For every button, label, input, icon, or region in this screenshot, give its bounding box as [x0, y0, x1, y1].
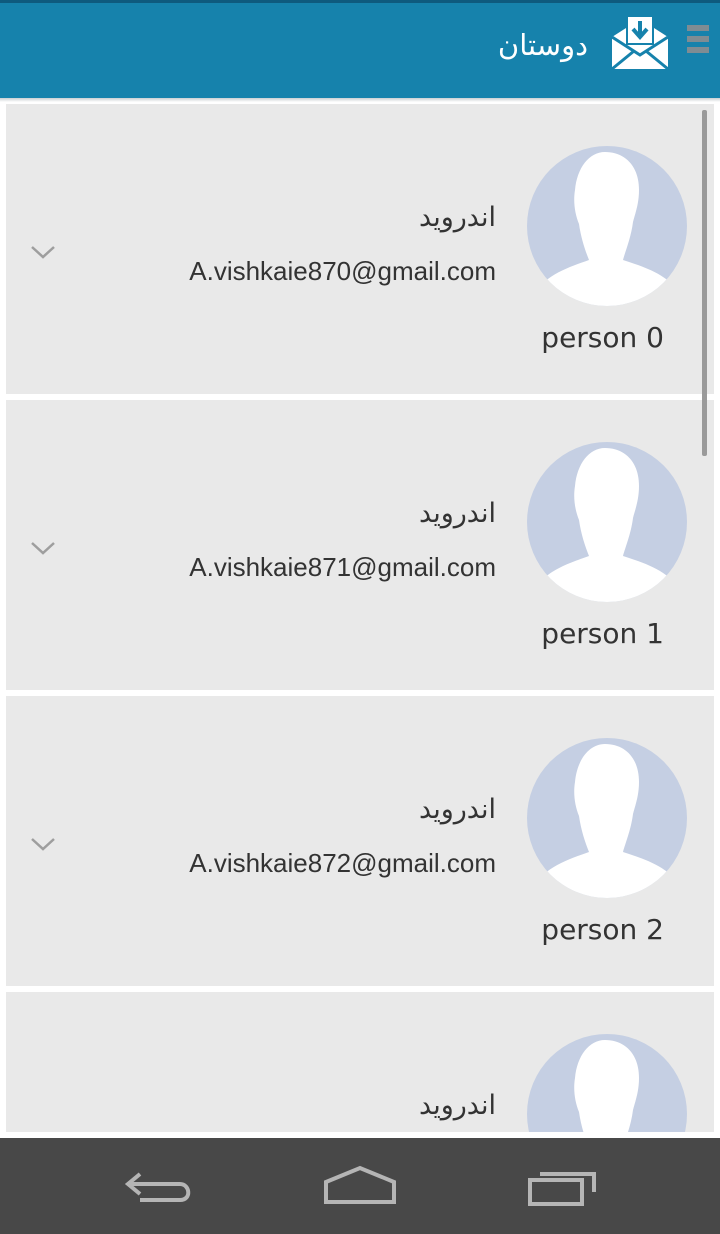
contact-name: اندروید — [419, 794, 496, 825]
overflow-menu-icon[interactable] — [687, 25, 711, 61]
contact-card[interactable]: اندروید — [6, 992, 714, 1132]
contact-name: اندروید — [419, 1090, 496, 1121]
contact-email: A.vishkaie870@gmail.com — [189, 256, 496, 286]
back-icon[interactable] — [120, 1162, 200, 1210]
contact-card[interactable]: person 0 اندروید A.vishkaie870@gmail.com — [6, 104, 714, 394]
app-bar: دوستان — [0, 3, 720, 98]
contact-email: A.vishkaie871@gmail.com — [189, 552, 496, 582]
person-label: person 0 — [541, 321, 664, 354]
home-icon[interactable] — [320, 1162, 400, 1210]
system-nav-bar — [0, 1138, 720, 1234]
contact-card[interactable]: person 1 اندروید A.vishkaie871@gmail.com — [6, 400, 714, 690]
avatar — [527, 442, 687, 602]
contact-list[interactable]: person 0 اندروید A.vishkaie870@gmail.com… — [0, 102, 720, 1132]
mail-download-icon[interactable] — [608, 13, 672, 73]
recent-apps-icon[interactable] — [520, 1162, 600, 1210]
page-title: دوستان — [497, 28, 588, 62]
contact-card[interactable]: person 2 اندروید A.vishkaie872@gmail.com — [6, 696, 714, 986]
avatar — [527, 1034, 687, 1132]
person-label: person 2 — [541, 913, 664, 946]
contact-email: A.vishkaie872@gmail.com — [189, 848, 496, 878]
contact-name: اندروید — [419, 498, 496, 529]
chevron-down-icon[interactable] — [29, 834, 57, 854]
avatar — [527, 738, 687, 898]
chevron-down-icon[interactable] — [29, 242, 57, 262]
chevron-down-icon[interactable] — [29, 538, 57, 558]
avatar — [527, 146, 687, 306]
person-label: person 1 — [541, 617, 664, 650]
scrollbar[interactable] — [702, 110, 707, 456]
contact-name: اندروید — [419, 202, 496, 233]
